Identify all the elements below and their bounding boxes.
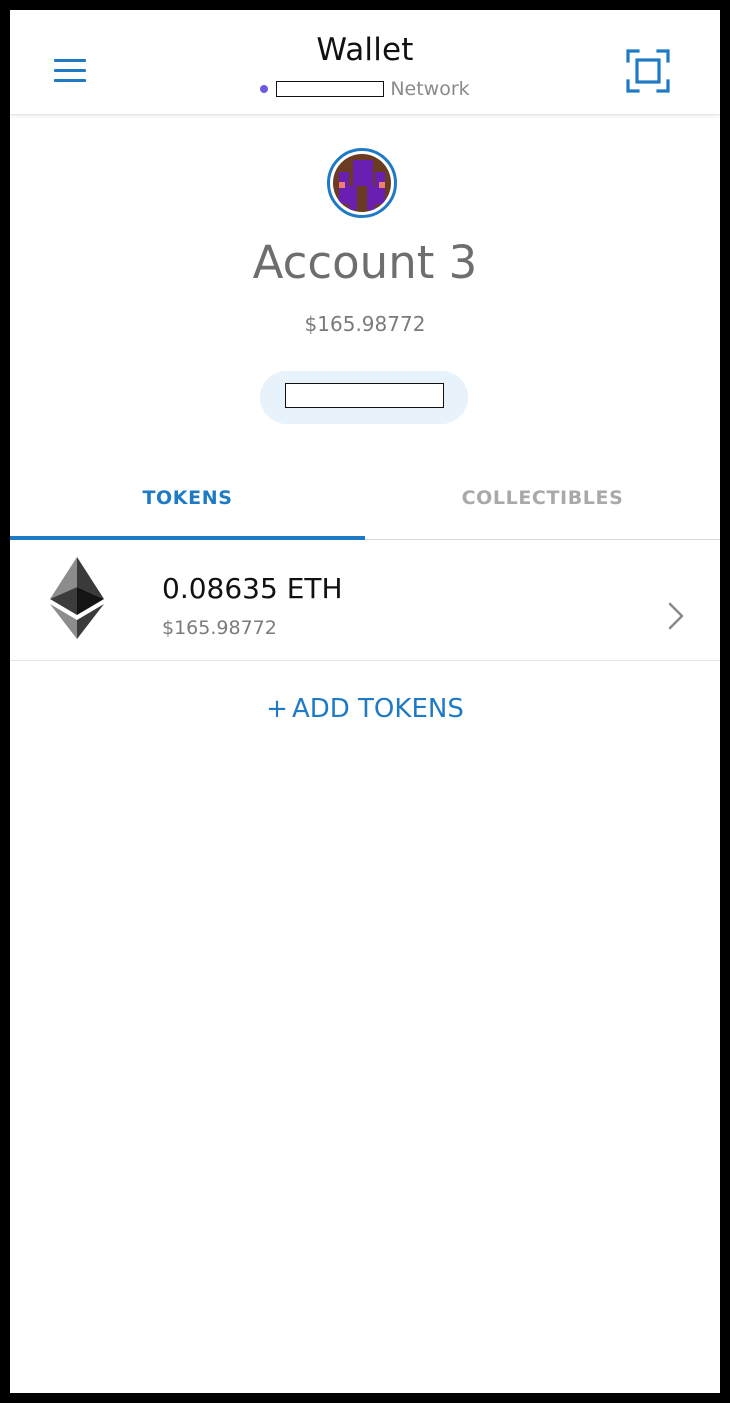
tab-collectibles[interactable]: COLLECTIBLES [365, 465, 720, 539]
account-balance: $165.98772 [304, 312, 426, 336]
asset-tabs: TOKENS COLLECTIBLES [10, 465, 720, 541]
token-fiat-value: $165.98772 [162, 617, 277, 639]
account-name: Account 3 [252, 236, 478, 289]
network-status-dot [260, 85, 269, 93]
plus-icon: + [266, 694, 288, 724]
network-label: Network [390, 78, 470, 100]
ethereum-icon [50, 557, 104, 643]
tab-tokens[interactable]: TOKENS [10, 465, 365, 539]
qr-scan-icon[interactable] [625, 48, 671, 94]
chevron-right-icon [666, 601, 686, 635]
token-row-eth[interactable]: 0.08635 ETH $165.98772 [10, 541, 720, 661]
add-tokens-button[interactable]: + ADD TOKENS [10, 694, 720, 724]
active-tab-indicator [10, 536, 365, 540]
wallet-screen: Wallet Network Account 3 $165.98772 TOKE… [10, 10, 720, 1393]
add-tokens-label: ADD TOKENS [291, 694, 464, 724]
redacted-network-name [276, 81, 385, 97]
redacted-address [285, 383, 444, 408]
network-indicator[interactable]: Network [10, 77, 720, 101]
app-header: Wallet Network [10, 10, 720, 115]
account-avatar[interactable] [327, 148, 397, 218]
account-address-pill[interactable] [260, 371, 468, 424]
page-title: Wallet [316, 32, 414, 68]
token-amount: 0.08635 ETH [162, 572, 343, 605]
